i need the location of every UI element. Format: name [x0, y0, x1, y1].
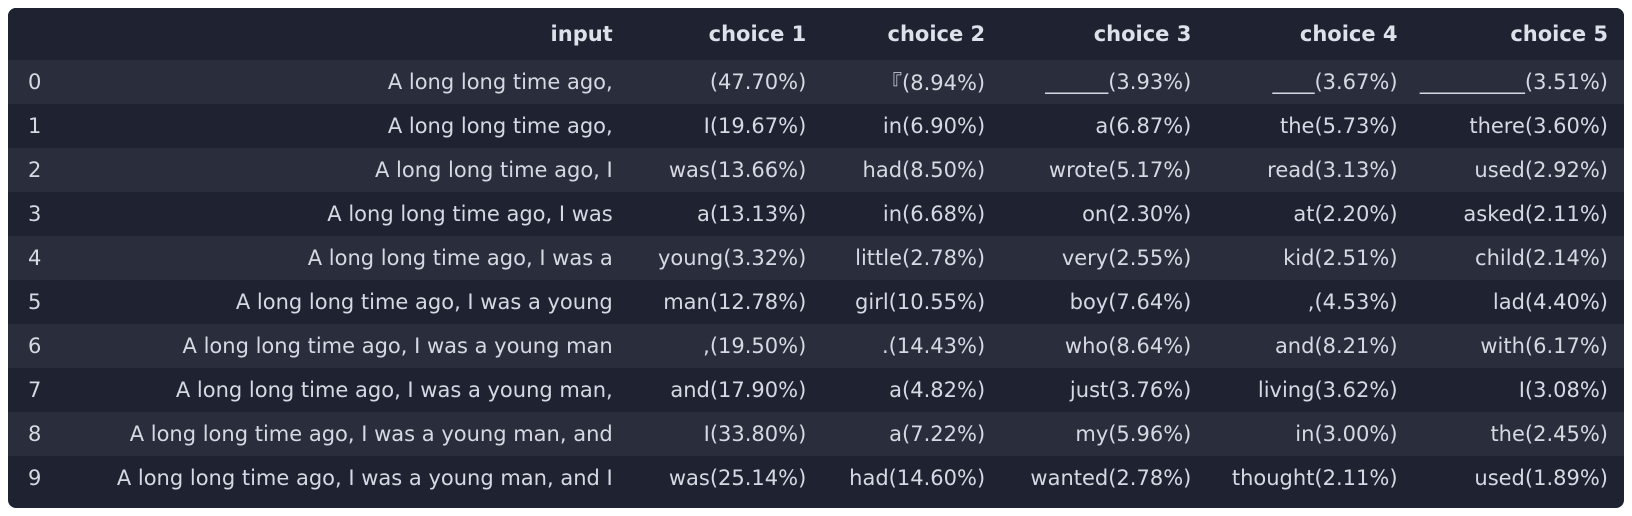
choice-3-cell: wanted(2.78%)	[1030, 466, 1192, 490]
input-cell: A long long time ago, I was	[327, 202, 613, 226]
input-cell: A long long time ago, I was a young man,	[175, 378, 613, 402]
choice-3-cell: just(3.76%)	[1069, 378, 1192, 402]
choice-5-cell: with(6.17%)	[1480, 334, 1608, 358]
input-cell: A long long time ago, I	[374, 158, 613, 182]
input-cell: A long long time ago,	[387, 114, 613, 138]
row-index: 0	[28, 70, 42, 94]
choice-1-cell: a(13.13%)	[696, 202, 807, 226]
choice-2-cell: little(2.78%)	[855, 246, 986, 270]
table-row: 7 A long long time ago, I was a young man…	[8, 368, 1624, 412]
choice-2-cell: in(6.90%)	[882, 114, 986, 138]
row-index: 5	[28, 290, 42, 314]
input-cell: A long long time ago, I was a	[307, 246, 613, 270]
choice-1-cell: I(33.80%)	[703, 422, 807, 446]
choice-3-cell: a(6.87%)	[1095, 114, 1192, 138]
choice-5-cell: child(2.14%)	[1475, 246, 1608, 270]
table-row: 6 A long long time ago, I was a young man…	[8, 324, 1624, 368]
table-row: 1 A long long time ago, I(19.67%) in(6.90%)…	[8, 104, 1624, 148]
choice-1-cell: was(25.14%)	[668, 466, 807, 490]
table-row: 3 A long long time ago, I was a(13.13%) in(…	[8, 192, 1624, 236]
choice-4-cell: the(5.73%)	[1279, 114, 1398, 138]
table-row: 8 A long long time ago, I was a young man…	[8, 412, 1624, 456]
choice-1-cell: ,(19.50%)	[703, 334, 807, 358]
choice-4-cell: at(2.20%)	[1293, 202, 1398, 226]
input-cell: A long long time ago, I was a young man,…	[129, 422, 613, 446]
choice-3-cell: wrote(5.17%)	[1048, 158, 1192, 182]
choice-2-cell: a(4.82%)	[889, 378, 986, 402]
table-row: 9 A long long time ago, I was a young man…	[8, 456, 1624, 500]
column-header-index	[8, 8, 67, 60]
choice-3-cell: very(2.55%)	[1061, 246, 1192, 270]
column-header-choice-5: choice 5	[1510, 22, 1608, 46]
choice-4-cell: ____(3.67%)	[1272, 70, 1398, 94]
input-cell: A long long time ago, I was a young man	[182, 334, 613, 358]
choice-2-cell: girl(10.55%)	[855, 290, 986, 314]
table-row: 2 A long long time ago, I was(13.66%) had(8…	[8, 148, 1624, 192]
choice-3-cell: boy(7.64%)	[1069, 290, 1192, 314]
choice-1-cell: and(17.90%)	[670, 378, 807, 402]
choice-4-cell: and(8.21%)	[1274, 334, 1398, 358]
choice-3-cell: my(5.96%)	[1075, 422, 1192, 446]
column-header-input: input	[550, 22, 613, 46]
choice-2-cell: a(7.22%)	[889, 422, 986, 446]
choice-1-cell: I(19.67%)	[703, 114, 807, 138]
dataframe-output: input choice 1 choice 2 choice 3 choice …	[8, 8, 1624, 508]
row-index: 8	[28, 422, 42, 446]
choice-5-cell: asked(2.11%)	[1463, 202, 1608, 226]
input-cell: A long long time ago,	[387, 70, 613, 94]
choice-1-cell: young(3.32%)	[657, 246, 807, 270]
choice-1-cell: was(13.66%)	[668, 158, 807, 182]
row-index: 3	[28, 202, 42, 226]
choice-2-cell: had(8.50%)	[862, 158, 986, 182]
column-header-choice-4: choice 4	[1299, 22, 1398, 46]
choice-5-cell: I(3.08%)	[1518, 378, 1608, 402]
choice-4-cell: in(3.00%)	[1295, 422, 1398, 446]
choice-5-cell: lad(4.40%)	[1492, 290, 1608, 314]
row-index: 6	[28, 334, 42, 358]
table-row: 0 A long long time ago, (47.70%) 『(8.94%) __…	[8, 60, 1624, 104]
row-index: 9	[28, 466, 42, 490]
choice-3-cell: on(2.30%)	[1082, 202, 1192, 226]
table-header-row: input choice 1 choice 2 choice 3 choice …	[8, 8, 1624, 60]
column-header-choice-1: choice 1	[708, 22, 807, 46]
row-index: 2	[28, 158, 42, 182]
table-row: 5 A long long time ago, I was a young man(…	[8, 280, 1624, 324]
choice-2-cell: in(6.68%)	[882, 202, 986, 226]
choice-4-cell: ,(4.53%)	[1307, 290, 1398, 314]
predictions-table: input choice 1 choice 2 choice 3 choice …	[8, 8, 1624, 500]
choice-2-cell: had(14.60%)	[849, 466, 986, 490]
input-cell: A long long time ago, I was a young man,…	[116, 466, 613, 490]
column-header-choice-3: choice 3	[1093, 22, 1192, 46]
choice-4-cell: kid(2.51%)	[1283, 246, 1398, 270]
choice-5-cell: used(1.89%)	[1474, 466, 1608, 490]
column-header-choice-2: choice 2	[887, 22, 986, 46]
choice-2-cell: .(14.43%)	[882, 334, 986, 358]
row-index: 7	[28, 378, 42, 402]
table-row: 4 A long long time ago, I was a young(3.32…	[8, 236, 1624, 280]
choice-1-cell: man(12.78%)	[663, 290, 807, 314]
row-index: 1	[28, 114, 42, 138]
row-index: 4	[28, 246, 42, 270]
choice-5-cell: the(2.45%)	[1490, 422, 1608, 446]
choice-3-cell: who(8.64%)	[1064, 334, 1192, 358]
choice-5-cell: __________(3.51%)	[1419, 70, 1608, 94]
choice-5-cell: there(3.60%)	[1469, 114, 1608, 138]
choice-4-cell: living(3.62%)	[1257, 378, 1398, 402]
choice-2-cell: 『(8.94%)	[881, 71, 986, 95]
choice-4-cell: thought(2.11%)	[1231, 466, 1398, 490]
input-cell: A long long time ago, I was a young	[235, 290, 613, 314]
choice-1-cell: (47.70%)	[709, 70, 807, 94]
choice-5-cell: used(2.92%)	[1474, 158, 1608, 182]
choice-4-cell: read(3.13%)	[1267, 158, 1398, 182]
choice-3-cell: ______(3.93%)	[1045, 70, 1192, 94]
